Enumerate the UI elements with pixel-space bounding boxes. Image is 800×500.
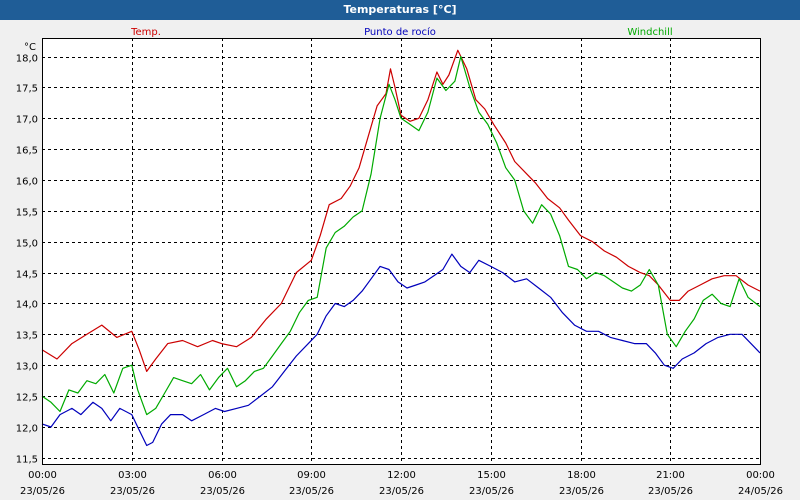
x-tick-time: 00:00 [746,470,775,481]
x-tick-time: 06:00 [208,470,237,481]
y-tick-label: 16,0 [16,177,38,188]
x-tick-date: 23/05/26 [469,486,514,497]
x-axis-ticks: 00:00 23/05/26 03:00 23/05/26 06:00 23/05/26 0… [20,470,783,497]
x-tick-time: 18:00 [567,470,596,481]
y-tick-label: 13,0 [16,362,38,373]
y-tick-label: 18,0 [16,54,38,65]
x-tick-date: 23/05/26 [648,486,693,497]
x-tick-time: 12:00 [387,470,416,481]
legend-entry-3: Windchill [627,27,672,38]
x-tick-date: 23/05/26 [200,486,245,497]
x-tick-date: 23/05/26 [379,486,424,497]
x-tick-date: 23/05/26 [110,486,155,497]
y-tick-label: 17,0 [16,115,38,126]
y-tick-label: 12,0 [16,424,38,435]
temperature-chart: 11,5 12,0 12,5 13,0 13,5 14,0 14,5 15,0 15,5 16,0… [16,26,783,497]
y-axis-ticks: 11,5 12,0 12,5 13,0 13,5 14,0 14,5 15,0 15,5 16,0… [16,54,38,466]
x-tick-date: 23/05/26 [559,486,604,497]
legend-entry-1: Temp. [130,27,161,38]
x-tick-date: 23/05/26 [289,486,334,497]
y-tick-label: 15,0 [16,239,38,250]
y-axis-unit: °C [24,42,36,53]
x-tick-time: 15:00 [477,470,506,481]
x-tick-time: 03:00 [118,470,147,481]
legend-entry-2: Punto de rocío [364,26,436,38]
y-tick-label: 14,5 [16,270,38,281]
y-tick-label: 11,5 [16,455,38,466]
y-tick-label: 13,5 [16,331,38,342]
y-tick-label: 15,5 [16,208,38,219]
x-tick-time: 09:00 [297,470,326,481]
chart-window: Temperaturas [°C] 11,5 12,0 12,5 13,0 13,5 14… [0,0,800,500]
y-tick-label: 12,5 [16,393,38,404]
y-tick-label: 14,0 [16,300,38,311]
x-tick-time: 00:00 [28,470,57,481]
chart-title: Temperaturas [°C] [0,0,800,20]
x-tick-date: 24/05/26 [738,486,783,497]
y-tick-label: 16,5 [16,146,38,157]
y-tick-label: 17,5 [16,84,38,95]
legend: Temp. Punto de rocío Windchill [130,26,673,38]
x-tick-time: 21:00 [656,470,685,481]
x-tick-date: 23/05/26 [20,486,65,497]
